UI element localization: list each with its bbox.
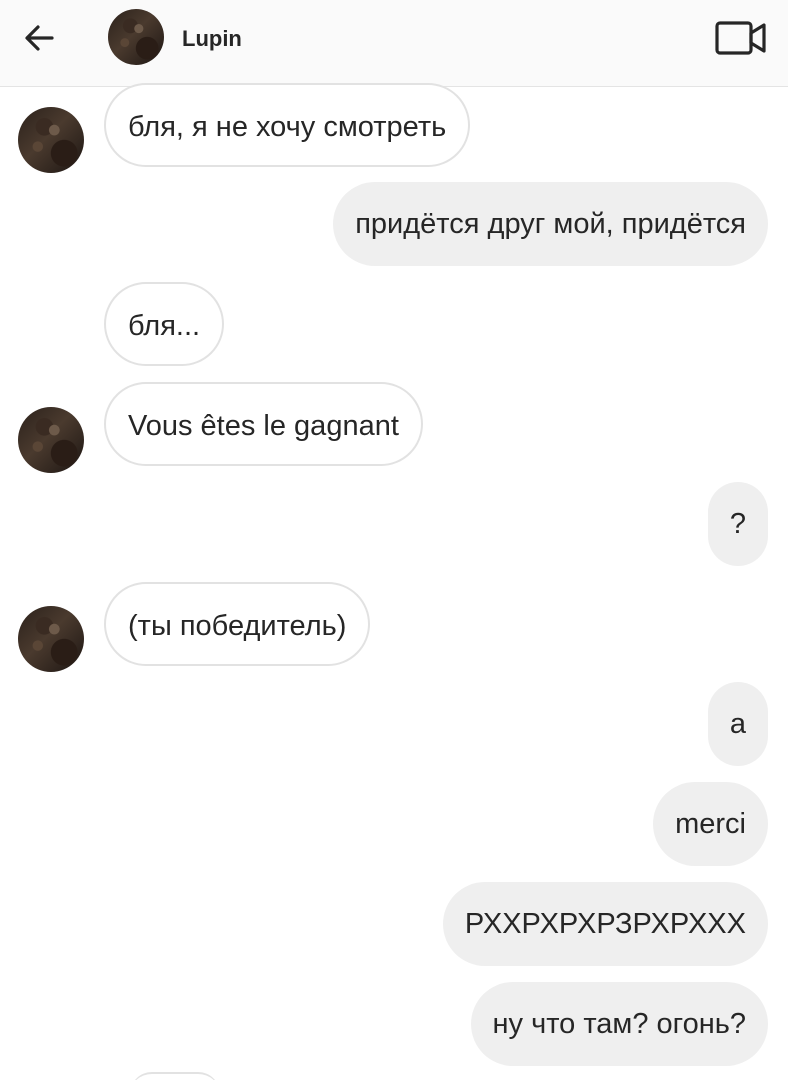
message-bubble-outgoing[interactable]: РХХРХРХРЗРХРХХХ	[442, 882, 768, 966]
contact-name[interactable]: Lupin	[182, 26, 242, 52]
next-message-edge	[130, 1072, 220, 1080]
sender-avatar[interactable]	[18, 407, 84, 473]
message-bubble-incoming[interactable]: бля...	[104, 282, 225, 366]
chat-header: Lupin	[0, 0, 788, 87]
video-camera-icon	[715, 21, 766, 55]
sender-avatar[interactable]	[18, 606, 84, 672]
message-bubble-outgoing[interactable]: merci	[653, 782, 768, 866]
contact-avatar[interactable]	[108, 9, 164, 65]
message-bubble-outgoing[interactable]: ?	[707, 482, 768, 566]
message-bubble-outgoing[interactable]: ну что там? огонь?	[470, 982, 768, 1066]
chat-screen: Lupin бля, я не хочу смотреть придётся д…	[0, 0, 788, 1080]
message-bubble-outgoing[interactable]: придётся друг мой, придётся	[333, 182, 768, 266]
back-button[interactable]	[20, 18, 60, 58]
message-bubble-outgoing[interactable]: а	[707, 682, 768, 766]
message-bubble-incoming[interactable]: бля, я не хочу смотреть	[104, 83, 471, 167]
message-bubble-incoming[interactable]: (ты победитель)	[104, 582, 371, 666]
sender-avatar[interactable]	[18, 107, 84, 173]
video-call-button[interactable]	[714, 20, 768, 56]
arrow-left-icon	[25, 25, 54, 51]
message-bubble-incoming[interactable]: Vous êtes le gagnant	[104, 382, 423, 466]
